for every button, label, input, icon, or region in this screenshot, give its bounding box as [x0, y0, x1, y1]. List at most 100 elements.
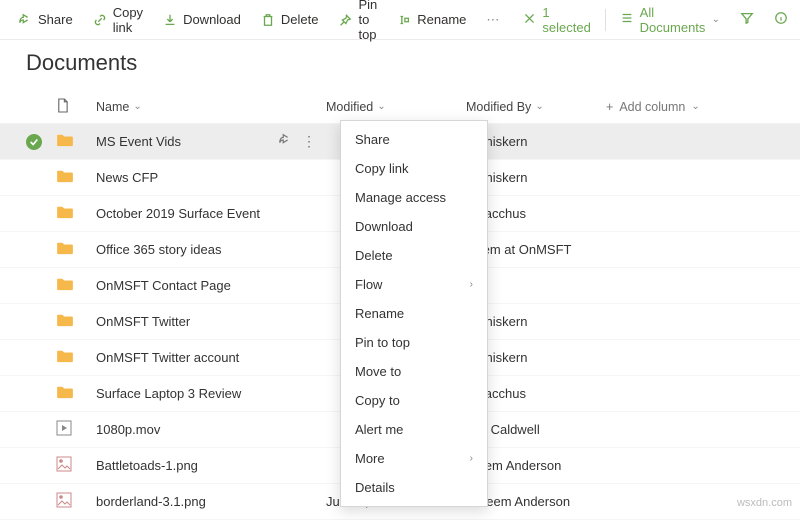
column-modified-by[interactable]: Modified By⌄: [466, 100, 606, 114]
file-type-icon: [56, 241, 96, 258]
page-title: Documents: [0, 40, 800, 90]
context-menu-item[interactable]: Flow ›: [341, 270, 487, 299]
share-label: Share: [38, 12, 73, 27]
context-menu-label: Delete: [355, 248, 393, 263]
chevron-down-icon: ⌄: [535, 101, 543, 112]
chevron-right-icon: ›: [470, 279, 473, 290]
file-icon: [56, 98, 69, 116]
context-menu-label: Download: [355, 219, 413, 234]
delete-button[interactable]: Delete: [253, 6, 327, 33]
context-menu-label: Copy link: [355, 161, 408, 176]
context-menu-item[interactable]: Download: [341, 212, 487, 241]
file-type-icon: [56, 349, 96, 366]
context-menu-label: Rename: [355, 306, 404, 321]
file-name[interactable]: October 2019 Surface Event: [96, 206, 260, 221]
file-name[interactable]: borderland-3.1.png: [96, 494, 206, 509]
chevron-right-icon: ›: [470, 453, 473, 464]
context-menu-item[interactable]: Copy to: [341, 386, 487, 415]
context-menu-item[interactable]: Share: [341, 125, 487, 154]
pin-button[interactable]: Pin to top: [330, 0, 385, 48]
filter-icon: [740, 11, 754, 28]
chevron-down-icon: ⌄: [712, 14, 720, 25]
context-menu-item[interactable]: Copy link: [341, 154, 487, 183]
context-menu-item[interactable]: Details: [341, 473, 487, 502]
context-menu-label: Move to: [355, 364, 401, 379]
context-menu: Share Copy link Manage access Download Delet…: [340, 120, 488, 507]
file-name[interactable]: News CFP: [96, 170, 158, 185]
close-icon: [523, 12, 536, 28]
share-icon: [18, 13, 32, 27]
file-name[interactable]: MS Event Vids: [96, 134, 181, 149]
info-icon: [774, 11, 788, 28]
context-menu-label: More: [355, 451, 385, 466]
file-type-icon: [56, 385, 96, 402]
file-type-icon: [56, 277, 96, 294]
chevron-down-icon: ⌄: [691, 101, 699, 112]
file-type-icon: [56, 420, 96, 439]
context-menu-label: Manage access: [355, 190, 446, 205]
row-share-icon[interactable]: [278, 133, 292, 150]
file-name[interactable]: OnMSFT Contact Page: [96, 278, 231, 293]
selected-check-icon[interactable]: [26, 134, 42, 150]
file-type-icon: [56, 133, 96, 150]
file-type-icon: [56, 492, 96, 511]
view-selector[interactable]: All Documents ⌄: [612, 0, 728, 41]
pin-label: Pin to top: [358, 0, 377, 42]
row-more-icon[interactable]: ⋮: [302, 133, 316, 150]
file-name[interactable]: OnMSFT Twitter account: [96, 350, 239, 365]
copy-link-button[interactable]: Copy link: [85, 0, 151, 41]
file-type-icon: [56, 169, 96, 186]
rename-button[interactable]: Rename: [389, 6, 474, 33]
filter-button[interactable]: [732, 5, 762, 34]
download-label: Download: [183, 12, 241, 27]
selection-count: 1 selected: [542, 5, 590, 35]
pin-icon: [338, 13, 352, 27]
download-icon: [163, 13, 177, 27]
context-menu-item[interactable]: Pin to top: [341, 328, 487, 357]
share-button[interactable]: Share: [10, 6, 81, 33]
more-icon: ⋯: [486, 12, 499, 28]
context-menu-label: Flow: [355, 277, 382, 292]
context-menu-item[interactable]: Move to: [341, 357, 487, 386]
add-column-button[interactable]: +Add column⌄: [606, 100, 766, 114]
file-name[interactable]: Office 365 story ideas: [96, 242, 222, 257]
download-button[interactable]: Download: [155, 6, 249, 33]
context-menu-label: Details: [355, 480, 395, 495]
table-header: Name⌄ Modified⌄ Modified By⌄ +Add column…: [0, 90, 800, 124]
column-modified[interactable]: Modified⌄: [326, 100, 466, 114]
column-filetype[interactable]: [56, 98, 96, 116]
rename-label: Rename: [417, 12, 466, 27]
context-menu-label: Share: [355, 132, 390, 147]
more-actions-button[interactable]: ⋯: [478, 6, 507, 34]
link-icon: [93, 13, 107, 27]
copy-link-label: Copy link: [113, 5, 143, 35]
chevron-down-icon: ⌄: [377, 101, 385, 112]
watermark: wsxdn.com: [737, 497, 792, 509]
view-label: All Documents: [640, 5, 706, 35]
delete-label: Delete: [281, 12, 319, 27]
list-icon: [620, 11, 634, 28]
context-menu-label: Alert me: [355, 422, 403, 437]
context-menu-item[interactable]: Alert me: [341, 415, 487, 444]
rename-icon: [397, 13, 411, 27]
chevron-down-icon: ⌄: [133, 101, 141, 112]
context-menu-item[interactable]: Manage access: [341, 183, 487, 212]
context-menu-item[interactable]: Rename: [341, 299, 487, 328]
file-type-icon: [56, 205, 96, 222]
context-menu-item[interactable]: More ›: [341, 444, 487, 473]
file-type-icon: [56, 313, 96, 330]
context-menu-label: Pin to top: [355, 335, 410, 350]
info-button[interactable]: [766, 5, 796, 34]
toolbar-divider: [605, 9, 606, 31]
file-name[interactable]: Surface Laptop 3 Review: [96, 386, 241, 401]
context-menu-item[interactable]: Delete: [341, 241, 487, 270]
column-name[interactable]: Name⌄: [96, 100, 326, 114]
file-name[interactable]: Battletoads-1.png: [96, 458, 198, 473]
file-type-icon: [56, 456, 96, 475]
clear-selection-button[interactable]: 1 selected: [515, 0, 598, 41]
context-menu-label: Copy to: [355, 393, 400, 408]
file-name[interactable]: 1080p.mov: [96, 422, 160, 437]
delete-icon: [261, 13, 275, 27]
command-toolbar: Share Copy link Download Delete Pin to t…: [0, 0, 800, 40]
file-name[interactable]: OnMSFT Twitter: [96, 314, 190, 329]
